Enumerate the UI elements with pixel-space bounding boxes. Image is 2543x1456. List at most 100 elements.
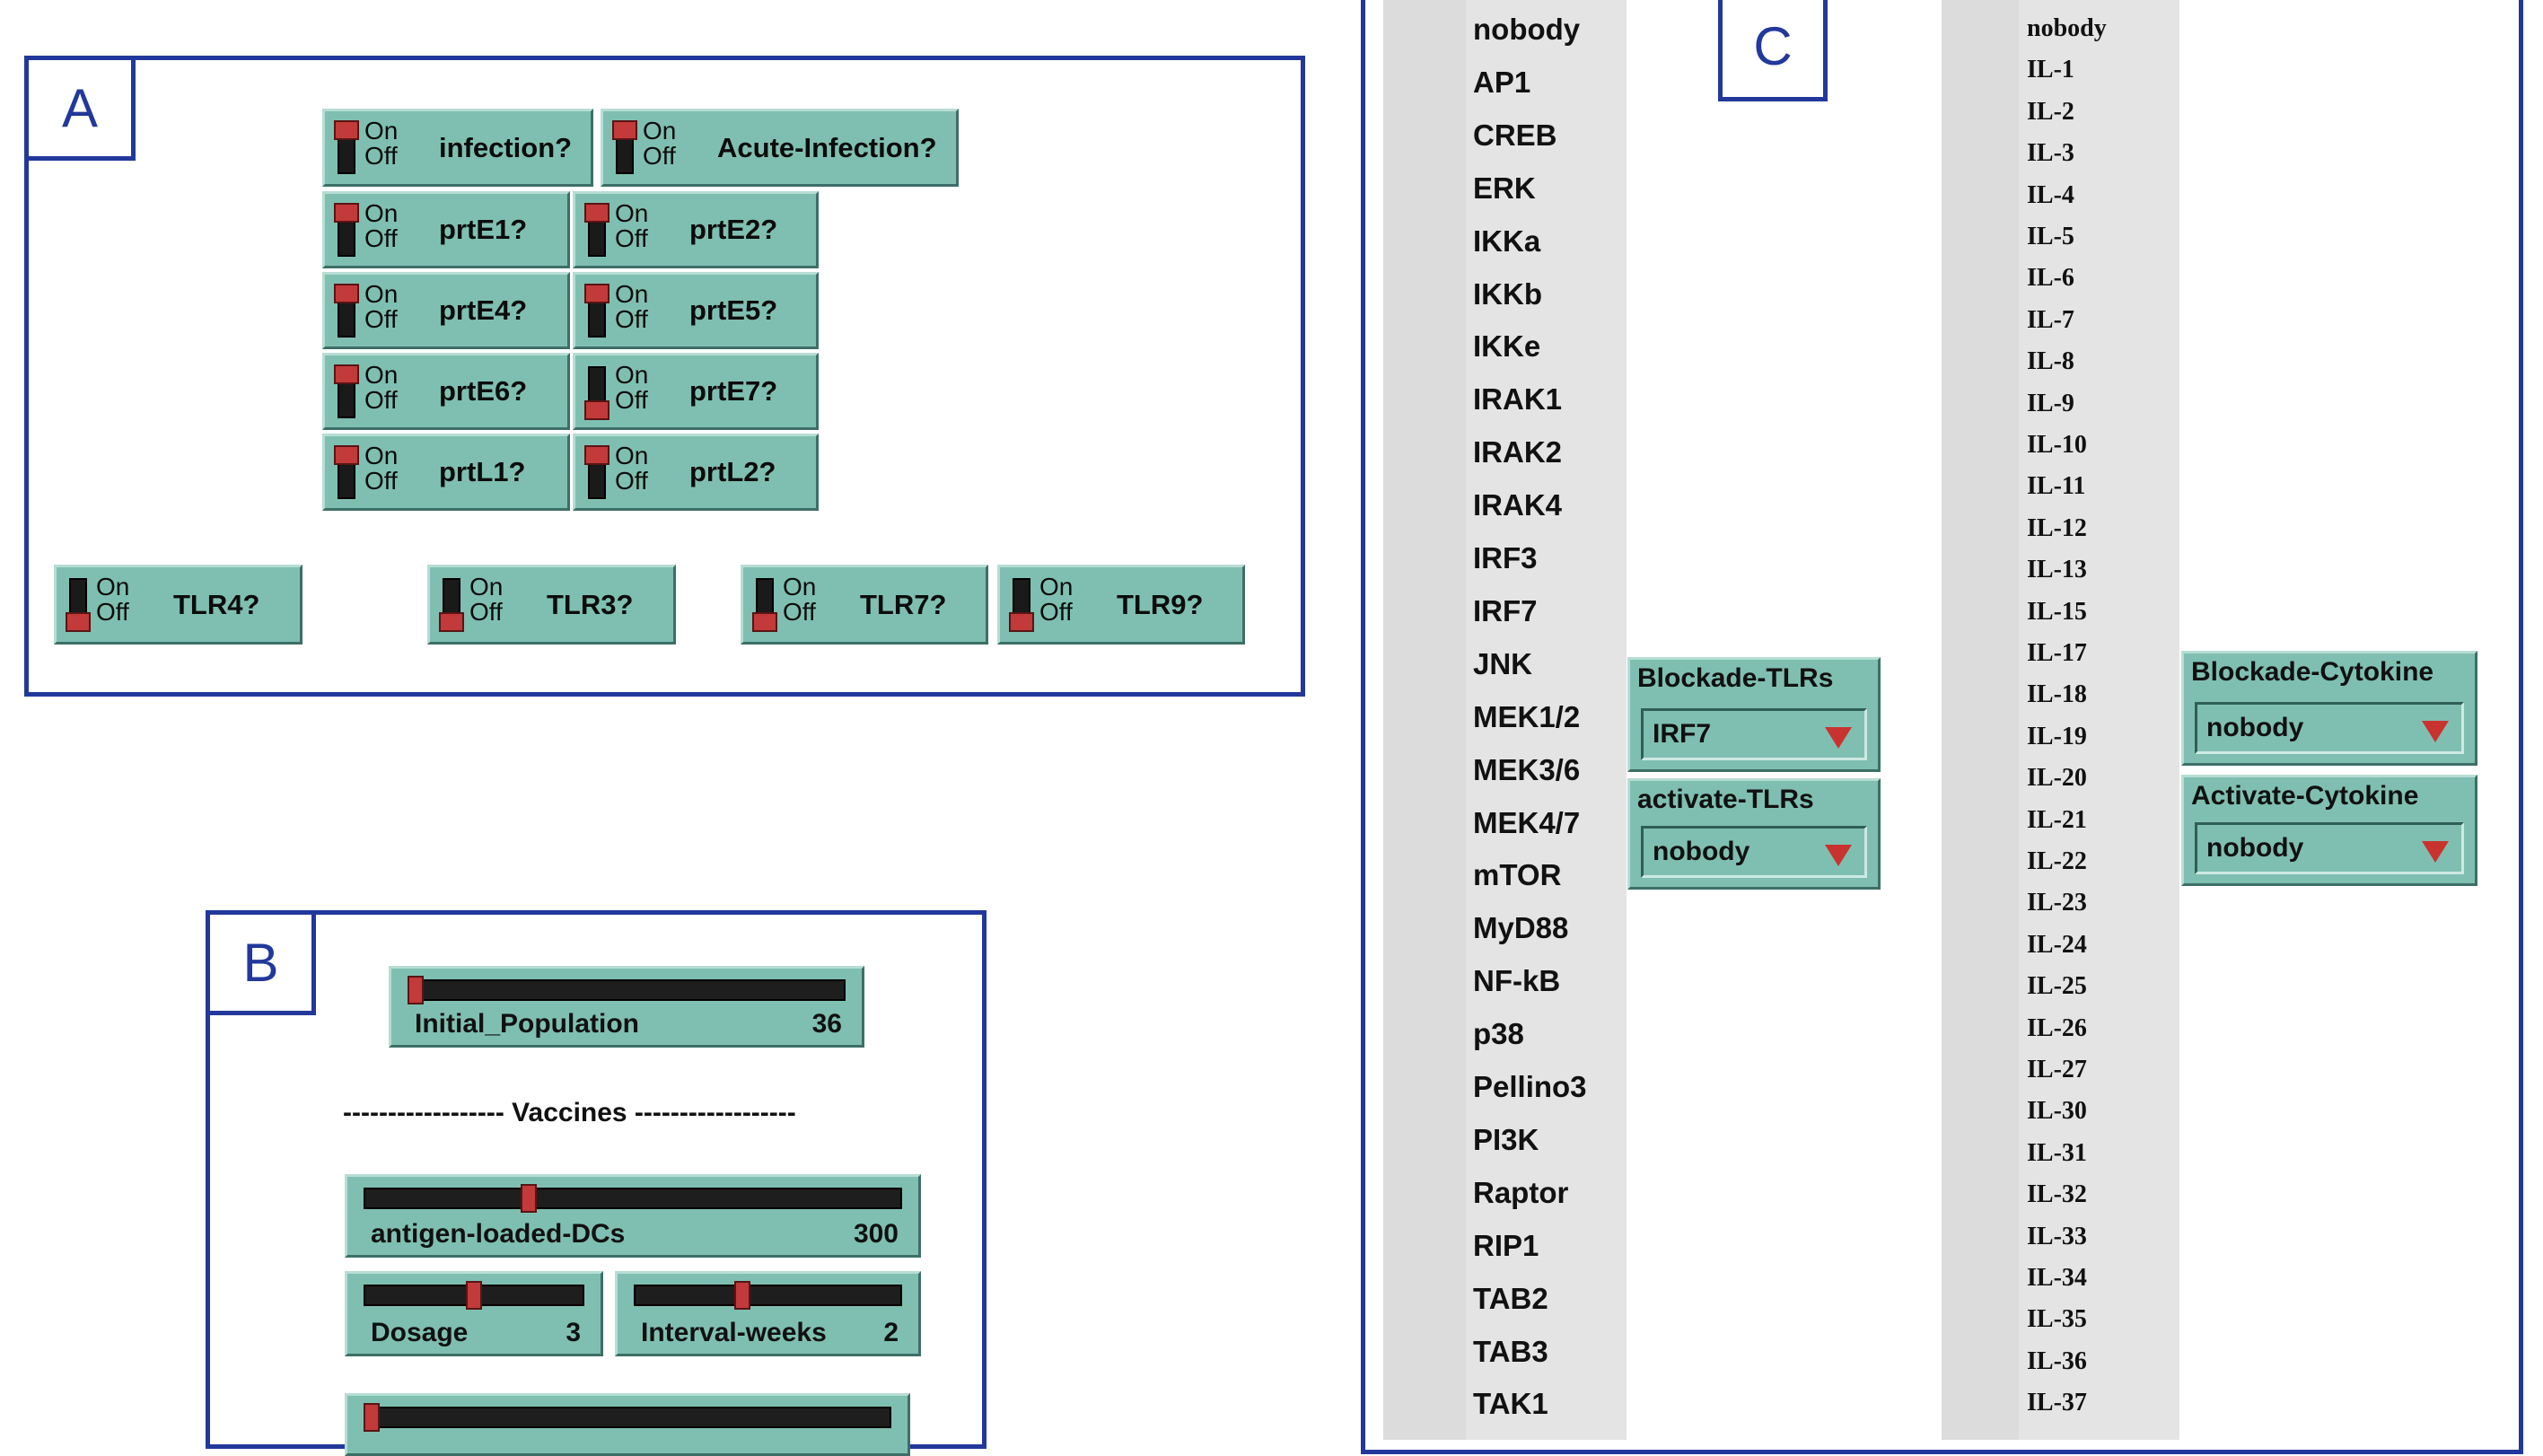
chooser-box[interactable]: IRF7 <box>1641 708 1867 760</box>
switch-knob[interactable] <box>334 445 359 465</box>
switch-knob[interactable] <box>584 400 609 420</box>
prtL2-switch[interactable]: On Off prtL2? <box>573 434 819 511</box>
cytokine-option-item[interactable]: IL-26 <box>2027 1014 2087 1043</box>
switch-knob[interactable] <box>584 284 609 303</box>
cytokine-option-item[interactable]: IL-5 <box>2027 223 2074 251</box>
tlr-option-item[interactable]: TAK1 <box>1473 1387 1548 1421</box>
tlr-option-item[interactable]: IRF7 <box>1473 594 1538 628</box>
cytokine-option-item[interactable]: IL-17 <box>2027 639 2087 668</box>
slider-thumb[interactable] <box>734 1281 751 1310</box>
blockade-tlrs-chooser[interactable]: Blockade-TLRs IRF7 <box>1627 657 1881 772</box>
slider-rail[interactable] <box>634 1285 902 1306</box>
slider-thumb[interactable] <box>408 976 424 1004</box>
infection-switch[interactable]: On Off infection? <box>322 109 593 187</box>
tlr4-switch[interactable]: On Off TLR4? <box>54 565 303 645</box>
cytokine-option-item[interactable]: IL-7 <box>2027 306 2074 335</box>
prtL1-switch[interactable]: On Off prtL1? <box>322 434 570 511</box>
bottom-slider[interactable] <box>345 1393 910 1456</box>
switch-knob[interactable] <box>439 612 464 632</box>
switch-knob[interactable] <box>612 120 637 140</box>
switch-knob[interactable] <box>752 612 777 632</box>
cytokine-option-item[interactable]: IL-10 <box>2027 431 2087 460</box>
activate-cytokine-chooser[interactable]: Activate-Cytokine nobody <box>2181 775 2477 886</box>
switch-knob[interactable] <box>584 203 609 223</box>
cytokine-option-item[interactable]: IL-3 <box>2027 139 2074 168</box>
slider-thumb[interactable] <box>520 1184 537 1213</box>
prtE4-switch[interactable]: On Off prtE4? <box>322 272 570 349</box>
switch-knob[interactable] <box>334 120 359 140</box>
tlr-option-item[interactable]: MEK4/7 <box>1473 806 1580 840</box>
chooser-box[interactable]: nobody <box>2195 822 2464 874</box>
cytokine-option-item[interactable]: IL-37 <box>2027 1389 2087 1417</box>
cytokine-option-item[interactable]: IL-18 <box>2027 680 2087 709</box>
tlr3-switch[interactable]: On Off TLR3? <box>427 565 676 645</box>
blockade-cytokine-chooser[interactable]: Blockade-Cytokine nobody <box>2181 651 2477 766</box>
cytokine-option-item[interactable]: IL-25 <box>2027 972 2087 1001</box>
dropdown-arrow-icon[interactable] <box>2422 721 2449 742</box>
tlr-option-item[interactable]: mTOR <box>1473 858 1561 892</box>
switch-knob[interactable] <box>1009 612 1034 632</box>
tlr-option-item[interactable]: MyD88 <box>1473 911 1568 945</box>
initial-population-slider[interactable]: Initial_Population 36 <box>389 966 864 1048</box>
tlr7-switch[interactable]: On Off TLR7? <box>741 565 988 645</box>
tlr-option-item[interactable]: PI3K <box>1473 1123 1539 1157</box>
tlr-option-item[interactable]: IKKb <box>1473 277 1542 311</box>
cytokine-option-item[interactable]: IL-33 <box>2027 1223 2087 1251</box>
switch-knob[interactable] <box>66 612 91 632</box>
prtE2-switch[interactable]: On Off prtE2? <box>573 191 819 268</box>
cytokine-option-item[interactable]: IL-31 <box>2027 1139 2087 1168</box>
cytokine-option-item[interactable]: IL-6 <box>2027 264 2074 293</box>
slider-rail[interactable] <box>364 1188 902 1209</box>
cytokine-option-item[interactable]: IL-35 <box>2027 1305 2087 1334</box>
cytokine-option-item[interactable]: IL-9 <box>2027 390 2074 418</box>
cytokine-option-item[interactable]: IL-4 <box>2027 181 2074 210</box>
interval-weeks-slider[interactable]: Interval-weeks 2 <box>615 1271 921 1356</box>
dosage-slider[interactable]: Dosage 3 <box>345 1271 603 1356</box>
switch-knob[interactable] <box>334 364 359 384</box>
cytokine-option-item[interactable]: IL-36 <box>2027 1347 2087 1376</box>
prtE7-switch[interactable]: On Off prtE7? <box>573 353 819 430</box>
tlr-option-item[interactable]: Raptor <box>1473 1176 1568 1210</box>
switch-knob[interactable] <box>334 203 359 223</box>
cytokine-option-item[interactable]: IL-32 <box>2027 1180 2087 1209</box>
cytokine-option-item[interactable]: IL-12 <box>2027 514 2087 543</box>
slider-rail[interactable] <box>408 979 846 1001</box>
cytokine-option-item[interactable]: nobody <box>2027 14 2107 43</box>
cytokine-option-item[interactable]: IL-11 <box>2027 472 2085 501</box>
tlr-option-item[interactable]: JNK <box>1473 647 1532 681</box>
cytokine-option-item[interactable]: IL-15 <box>2027 598 2087 627</box>
prtE1-switch[interactable]: On Off prtE1? <box>322 191 570 268</box>
cytokine-option-item[interactable]: IL-2 <box>2027 98 2074 127</box>
cytokine-option-item[interactable]: IL-20 <box>2027 764 2087 793</box>
tlr-option-item[interactable]: IKKa <box>1473 224 1540 259</box>
tlr9-switch[interactable]: On Off TLR9? <box>997 565 1245 645</box>
tlr-option-item[interactable]: IRAK2 <box>1473 435 1562 469</box>
cytokine-option-item[interactable]: IL-23 <box>2027 889 2087 917</box>
cytokine-option-item[interactable]: IL-21 <box>2027 806 2087 835</box>
tlr-option-item[interactable]: TAB2 <box>1473 1282 1548 1316</box>
tlr-option-item[interactable]: IRAK4 <box>1473 488 1562 522</box>
dropdown-arrow-icon[interactable] <box>2422 841 2449 863</box>
tlr-option-item[interactable]: AP1 <box>1473 66 1530 100</box>
slider-thumb[interactable] <box>364 1403 380 1432</box>
tlr-option-item[interactable]: MEK3/6 <box>1473 753 1580 787</box>
tlr-option-item[interactable]: ERK <box>1473 171 1536 206</box>
tlr-option-item[interactable]: Pellino3 <box>1473 1070 1587 1104</box>
chooser-box[interactable]: nobody <box>2195 702 2464 754</box>
tlr-option-item[interactable]: IRAK1 <box>1473 382 1562 417</box>
cytokine-option-item[interactable]: IL-34 <box>2027 1264 2087 1293</box>
cytokine-option-item[interactable]: IL-19 <box>2027 723 2087 751</box>
antigen-loaded-dcs-slider[interactable]: antigen-loaded-DCs 300 <box>345 1174 921 1258</box>
chooser-box[interactable]: nobody <box>1641 826 1867 878</box>
slider-rail[interactable] <box>364 1407 891 1428</box>
prtE6-switch[interactable]: On Off prtE6? <box>322 353 570 430</box>
cytokine-option-item[interactable]: IL-8 <box>2027 347 2074 376</box>
acute-infection-switch[interactable]: On Off Acute-Infection? <box>601 109 959 187</box>
tlr-option-item[interactable]: IRF3 <box>1473 541 1538 575</box>
cytokine-option-item[interactable]: IL-24 <box>2027 931 2087 960</box>
cytokine-option-item[interactable]: IL-30 <box>2027 1097 2087 1126</box>
cytokine-option-item[interactable]: IL-22 <box>2027 847 2087 876</box>
activate-tlrs-chooser[interactable]: activate-TLRs nobody <box>1627 778 1881 890</box>
switch-knob[interactable] <box>334 284 359 303</box>
tlr-option-item[interactable]: nobody <box>1473 13 1580 47</box>
